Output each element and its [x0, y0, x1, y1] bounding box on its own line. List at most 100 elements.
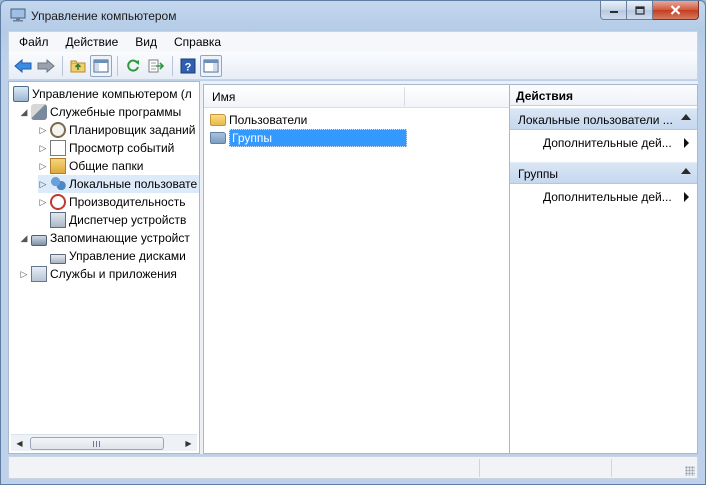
column-divider[interactable]: [404, 87, 405, 106]
shared-folder-icon: [50, 158, 66, 174]
maximize-icon: [634, 5, 645, 15]
tree-item-local-users[interactable]: ▷ Локальные пользовате: [38, 175, 199, 193]
services-icon: [31, 266, 47, 282]
tree-item-computer-management[interactable]: Управление компьютером (л: [11, 85, 192, 103]
export-list-icon: [148, 59, 164, 72]
menu-action[interactable]: Действие: [56, 32, 126, 52]
refresh-button[interactable]: [122, 55, 144, 77]
users-icon: [50, 176, 66, 192]
back-button[interactable]: [12, 55, 34, 77]
submenu-arrow-icon: [684, 192, 689, 202]
computer-management-icon: [13, 86, 29, 102]
tree-item-label: Управление компьютером (л: [32, 87, 192, 101]
expand-arrow-icon[interactable]: ▷: [19, 265, 29, 283]
menu-file[interactable]: Файл: [9, 32, 56, 52]
computer-management-icon: [10, 8, 26, 22]
tree-item-label: Управление дисками: [69, 249, 186, 263]
list-item-label: Группы: [229, 129, 407, 147]
actions-section-groups[interactable]: Группы: [510, 162, 697, 184]
up-level-button[interactable]: [67, 55, 89, 77]
toolbar-separator: [117, 55, 118, 76]
tree-item-label: Служебные программы: [50, 105, 182, 119]
forward-button[interactable]: [35, 55, 57, 77]
window-title: Управление компьютером: [31, 9, 177, 23]
more-actions-local-users[interactable]: Дополнительные дей...: [510, 133, 697, 153]
status-bar: [8, 456, 698, 479]
column-header-name[interactable]: Имя: [212, 90, 235, 104]
toolbar-separator: [62, 55, 63, 76]
tree-item-task-scheduler[interactable]: ▷ Планировщик заданий: [38, 121, 195, 139]
tree-item-disk-management[interactable]: Управление дисками: [48, 247, 186, 265]
actions-pane: Действия Локальные пользователи ... Допо…: [509, 84, 698, 454]
event-log-icon: [50, 140, 66, 156]
status-divider: [479, 459, 480, 477]
tools-icon: [31, 104, 47, 120]
list-header: Имя: [204, 85, 509, 108]
performance-icon: [50, 194, 66, 210]
status-divider: [611, 459, 612, 477]
minimize-icon: [609, 11, 618, 13]
computer-management-window: Управление компьютером Файл Действие Вид…: [0, 0, 706, 485]
tree-item-system-tools[interactable]: ◢ Служебные программы: [19, 103, 181, 121]
show-hide-tree-icon: [93, 59, 109, 72]
grip-icon: [92, 440, 102, 447]
tree-item-performance[interactable]: ▷ Производительность: [38, 193, 185, 211]
action-label: Дополнительные дей...: [543, 136, 672, 150]
tree-item-label: Запоминающие устройст: [50, 231, 190, 245]
tree-item-device-manager[interactable]: Диспетчер устройств: [48, 211, 186, 229]
action-pane-button[interactable]: [200, 54, 222, 77]
scrollbar-thumb[interactable]: [30, 437, 164, 450]
up-folder-icon: [70, 60, 86, 72]
list-item-users[interactable]: Пользователи: [208, 111, 307, 129]
actions-section-local-users[interactable]: Локальные пользователи ...: [510, 108, 697, 130]
action-label: Дополнительные дей...: [543, 190, 672, 204]
caption-buttons: [600, 1, 699, 21]
expand-arrow-icon[interactable]: ▷: [38, 139, 48, 157]
close-button[interactable]: [653, 1, 699, 20]
expand-arrow-icon[interactable]: ▷: [38, 175, 48, 193]
toolbar-separator: [172, 55, 173, 76]
collapse-triangle-icon[interactable]: [681, 168, 691, 174]
tree-item-services-apps[interactable]: ▷ Службы и приложения: [19, 265, 177, 283]
actions-title: Действия: [516, 89, 574, 103]
list-item-groups[interactable]: Группы: [208, 129, 407, 147]
console-tree[interactable]: Управление компьютером (л ◢ Служебные пр…: [8, 81, 200, 454]
menu-help[interactable]: Справка: [164, 32, 228, 52]
toolbar: ?: [8, 52, 698, 80]
close-icon: [670, 5, 681, 15]
scroll-right-icon[interactable]: ▶: [180, 436, 197, 451]
disk-icon: [50, 253, 66, 264]
resize-grip-icon[interactable]: [685, 466, 695, 476]
export-list-button[interactable]: [145, 55, 167, 77]
section-title: Локальные пользователи ...: [518, 113, 673, 127]
section-title: Группы: [518, 167, 558, 181]
help-button[interactable]: ?: [177, 55, 199, 77]
maximize-button[interactable]: [627, 1, 653, 20]
collapse-arrow-icon[interactable]: ◢: [19, 103, 29, 121]
more-actions-groups[interactable]: Дополнительные дей...: [510, 187, 697, 207]
expand-arrow-icon[interactable]: ▷: [38, 157, 48, 175]
clock-icon: [50, 122, 66, 138]
tree-item-label: Общие папки: [69, 159, 144, 173]
minimize-button[interactable]: [600, 1, 627, 20]
menu-view[interactable]: Вид: [125, 32, 164, 52]
scroll-left-icon[interactable]: ◀: [11, 436, 28, 451]
refresh-icon: [127, 59, 139, 71]
tree-horizontal-scrollbar[interactable]: ◀ ▶: [11, 434, 197, 451]
show-hide-tree-button[interactable]: [90, 54, 112, 77]
content-area: Управление компьютером (л ◢ Служебные пр…: [8, 81, 698, 454]
expand-arrow-icon[interactable]: ▷: [38, 193, 48, 211]
collapse-triangle-icon[interactable]: [681, 114, 691, 120]
title-bar[interactable]: Управление компьютером: [1, 1, 705, 31]
tree-item-label: Планировщик заданий: [69, 123, 196, 137]
tree-item-label: Просмотр событий: [69, 141, 175, 155]
expand-arrow-icon[interactable]: ▷: [38, 121, 48, 139]
tree-item-label: Локальные пользовате: [69, 177, 198, 191]
tree-item-shared-folders[interactable]: ▷ Общие папки: [38, 157, 143, 175]
tree-item-storage[interactable]: ◢ Запоминающие устройст: [19, 229, 190, 247]
device-manager-icon: [50, 212, 66, 228]
results-list[interactable]: Имя Пользователи Группы: [203, 84, 510, 454]
tree-item-event-viewer[interactable]: ▷ Просмотр событий: [38, 139, 174, 157]
collapse-arrow-icon[interactable]: ◢: [19, 229, 29, 247]
forward-arrow-icon: [37, 58, 55, 73]
